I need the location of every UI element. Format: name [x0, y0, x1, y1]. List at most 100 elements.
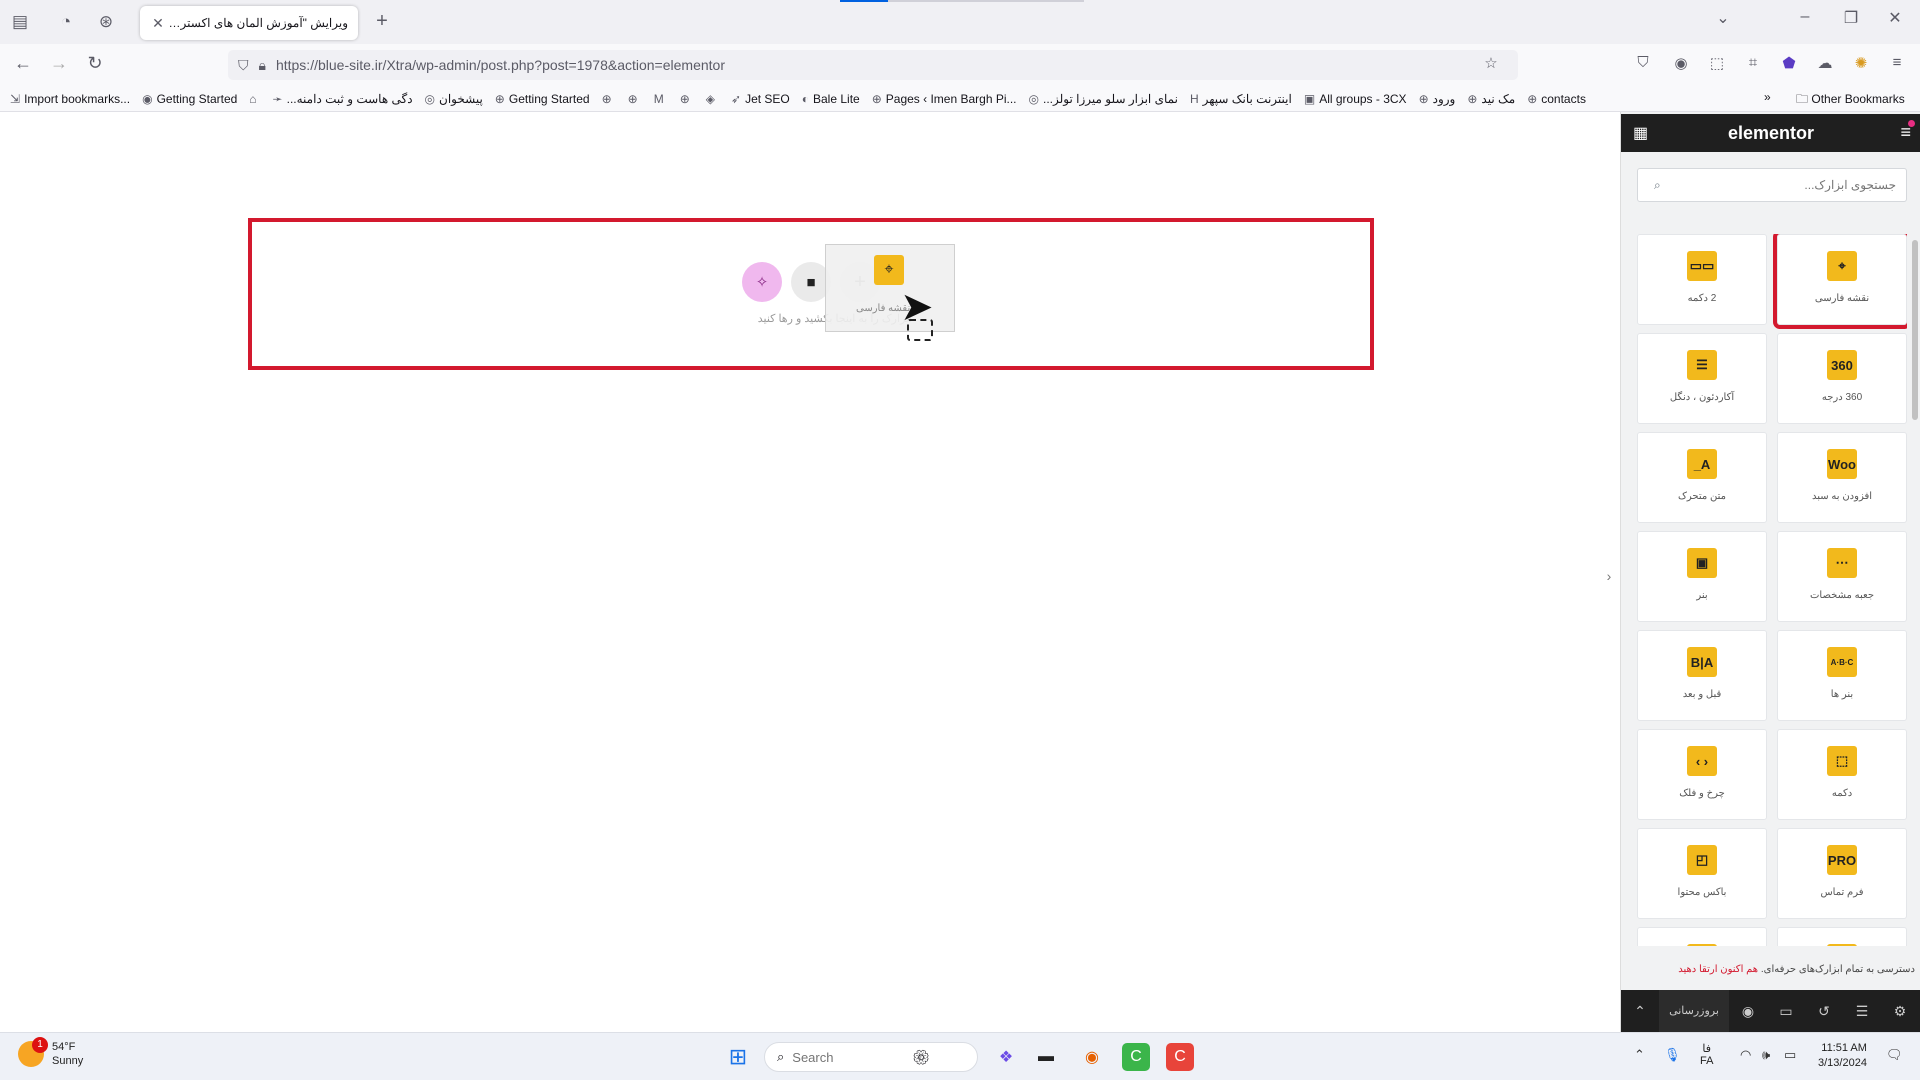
bookmark-item[interactable]: ⊕ مک نید — [1467, 92, 1515, 106]
bookmark-item[interactable]: ▣ All groups - 3CX — [1304, 92, 1407, 106]
microphone-icon[interactable]: 🎙︎ — [1664, 1047, 1681, 1063]
widget-tile[interactable]: ▭▭ 2 دکمه — [1637, 234, 1767, 325]
windows-start-icon[interactable]: ⊞ — [724, 1043, 752, 1071]
bookmark-item[interactable]: ⊕ ورود — [1419, 92, 1456, 106]
language-indicator[interactable]: فا FA — [1700, 1042, 1713, 1067]
preview-eye-icon[interactable]: ◉ — [1729, 1003, 1767, 1020]
bookmark-item[interactable]: ⌂ — [249, 92, 260, 106]
bookmark-item[interactable]: ⊕ — [602, 92, 616, 106]
site-pin-icon[interactable]: ⊛ — [88, 4, 124, 40]
bookmark-item[interactable]: ➶ Jet SEO — [731, 92, 790, 106]
bookmark-item[interactable]: ⊕ — [628, 92, 642, 106]
firefox-icon[interactable]: ◉ — [1078, 1043, 1106, 1071]
extension-icon[interactable]: ◔ — [48, 4, 84, 40]
bookmark-item[interactable]: ⊕ — [680, 92, 694, 106]
bookmark-item[interactable]: ⇲ Import bookmarks... — [10, 92, 130, 106]
close-window-button[interactable]: ✕ — [1880, 8, 1910, 28]
grid-icon[interactable]: ▦ — [1633, 123, 1648, 143]
active-tab[interactable]: ویرایش "آموزش المان های اکسترا - ... ✕ — [140, 6, 358, 40]
taskbar-search[interactable]: ⌕ 🌼︎ — [764, 1042, 978, 1072]
panel-scrollbar[interactable] — [1912, 240, 1918, 420]
widget-tile[interactable]: A·B·C بنر ها — [1777, 630, 1907, 721]
url-bar[interactable]: ⛉ 🔒︎ https://blue-site.ir/Xtra/wp-admin/… — [228, 50, 1518, 80]
account-icon[interactable]: ◉ — [1670, 54, 1692, 72]
bookmark-item[interactable]: ⊕ contacts — [1527, 92, 1586, 106]
widget-tile[interactable]: ⬚ دکمه — [1777, 729, 1907, 820]
url-text[interactable]: https://blue-site.ir/Xtra/wp-admin/post.… — [276, 57, 725, 73]
other-bookmarks[interactable]: 🗀︎ Other Bookmarks — [1796, 90, 1905, 111]
widget-tile[interactable]: ‹ › چرخ و فلک — [1637, 729, 1767, 820]
clock-time: 11:51 AM — [1821, 1042, 1867, 1054]
widget-tile[interactable]: B|A قبل و بعد — [1637, 630, 1767, 721]
widget-tile[interactable]: ⋯ جعبه مشخصات — [1777, 531, 1907, 622]
restore-button[interactable]: ❐ — [1836, 8, 1866, 28]
widget-search[interactable]: ⌕ — [1637, 168, 1907, 202]
extension-badge-icon[interactable]: ⬟ — [1778, 54, 1800, 72]
crop-icon[interactable]: ⌗ — [1742, 54, 1764, 71]
tray-chevron-icon[interactable]: ⌃ — [1634, 1047, 1645, 1063]
bookmarks-overflow-icon[interactable]: » — [1764, 90, 1771, 104]
bookmark-item[interactable]: ◎ ...نمای ابزار سلو میرزا تولز — [1029, 92, 1178, 106]
history-icon[interactable]: ↺ — [1805, 1003, 1843, 1020]
close-icon[interactable]: ✕ — [150, 15, 166, 32]
bookmark-item[interactable]: M — [654, 92, 668, 106]
widget-search-input[interactable] — [1660, 178, 1896, 192]
dragged-widget[interactable]: ⌖ نقشه فارسی — [825, 244, 955, 332]
bookmark-item[interactable]: H اینترنت بانک سپهر — [1190, 92, 1292, 106]
bookmark-item[interactable]: ◎ پیشخوان — [425, 92, 483, 106]
volume-icon[interactable]: 🕪︎ — [1762, 1047, 1770, 1063]
battery-icon[interactable]: ▭ — [1784, 1047, 1796, 1063]
back-button[interactable]: ← — [10, 53, 36, 77]
bookmark-item[interactable]: ◐ Bale Lite — [802, 92, 860, 106]
tab-list-icon[interactable]: ⌄ — [1708, 8, 1738, 28]
bookmark-item[interactable]: ◈ — [706, 92, 719, 106]
camtasia-icon[interactable]: C — [1122, 1043, 1150, 1071]
promo-link[interactable]: هم اکنون ارتقا دهید — [1678, 964, 1758, 975]
widget-tile[interactable]: PRO فرم تماس — [1777, 828, 1907, 919]
settings-extension-icon[interactable]: ✺ — [1850, 54, 1872, 72]
lock-icon[interactable]: 🔒︎ — [259, 57, 266, 74]
wifi-icon[interactable]: ◠ — [1740, 1047, 1751, 1063]
widget-tile[interactable]: A_ متن متحرک — [1637, 432, 1767, 523]
navigator-layers-icon[interactable]: ☰ — [1843, 1003, 1881, 1020]
chevron-up-icon[interactable]: ⌃ — [1621, 1003, 1659, 1020]
widget-tile[interactable]: ☰ آکاردئون ، دنگل — [1637, 333, 1767, 424]
update-button[interactable]: بروزرسانی — [1659, 990, 1729, 1032]
pocket-icon[interactable]: ⛉ — [1632, 54, 1654, 71]
drag-copy-icon — [907, 319, 933, 341]
copilot-icon[interactable]: ❖ — [992, 1043, 1020, 1071]
shield-icon[interactable]: ⛉ — [238, 57, 249, 74]
notifications-icon[interactable]: 🗨︎ — [1886, 1047, 1903, 1063]
bookmark-item[interactable]: ◉ Getting Started — [142, 92, 237, 106]
browser-tab-strip: ▤ ◔ ⊛ ویرایش "آموزش المان های اکسترا - .… — [0, 0, 1920, 44]
ai-sparkle-icon[interactable]: ✧ — [742, 262, 782, 302]
bookmark-item[interactable]: ➛ ...دگی هاست و ثبت دامنه — [273, 92, 413, 106]
minimize-button[interactable]: – — [1790, 8, 1820, 26]
taskbar-search-input[interactable] — [792, 1049, 913, 1065]
extensions-icon[interactable]: ⬚ — [1706, 54, 1728, 72]
weather-widget[interactable]: 1 54°F Sunny — [18, 1037, 83, 1068]
forward-button[interactable]: → — [46, 53, 72, 77]
widget-tile[interactable] — [1637, 927, 1767, 946]
widget-tile[interactable]: ▣ بنر — [1637, 531, 1767, 622]
widget-tile[interactable]: Woo افزودن به سبد — [1777, 432, 1907, 523]
cloud-icon[interactable]: ☁ — [1814, 54, 1836, 72]
terminal-icon[interactable]: ▬ — [1032, 1043, 1060, 1071]
responsive-icon[interactable]: ▭ — [1767, 1003, 1805, 1020]
widget-tile[interactable]: ⌖ نقشه فارسی — [1773, 234, 1907, 329]
camtasia-recorder-icon[interactable]: C — [1166, 1043, 1194, 1071]
bookmark-item[interactable]: ⊕ Getting Started — [495, 92, 590, 106]
bookmark-item[interactable]: ⊕ Pages ‹ Imen Bargh Pi... — [872, 92, 1017, 106]
editor-canvas[interactable]: ✧ ■ + ابزارک را به اینجا بکشید و رها کنی… — [0, 112, 1620, 1032]
tab-overview-icon[interactable]: ▤ — [2, 4, 38, 40]
panel-collapse-icon[interactable]: › — [1598, 558, 1620, 594]
widget-tile[interactable] — [1777, 927, 1907, 946]
reload-button[interactable]: ↻ — [82, 53, 108, 77]
widget-tile[interactable]: 360 360 درجه — [1777, 333, 1907, 424]
hamburger-menu-icon[interactable]: ≡ — [1886, 54, 1908, 71]
widget-tile[interactable]: ◰ باکس محتوا — [1637, 828, 1767, 919]
new-tab-button[interactable]: + — [370, 10, 394, 33]
settings-gear-icon[interactable]: ⚙ — [1881, 1003, 1919, 1020]
system-clock[interactable]: 11:51 AM 3/13/2024 — [1818, 1041, 1867, 1071]
bookmark-star-icon[interactable]: ☆ — [1480, 54, 1502, 72]
